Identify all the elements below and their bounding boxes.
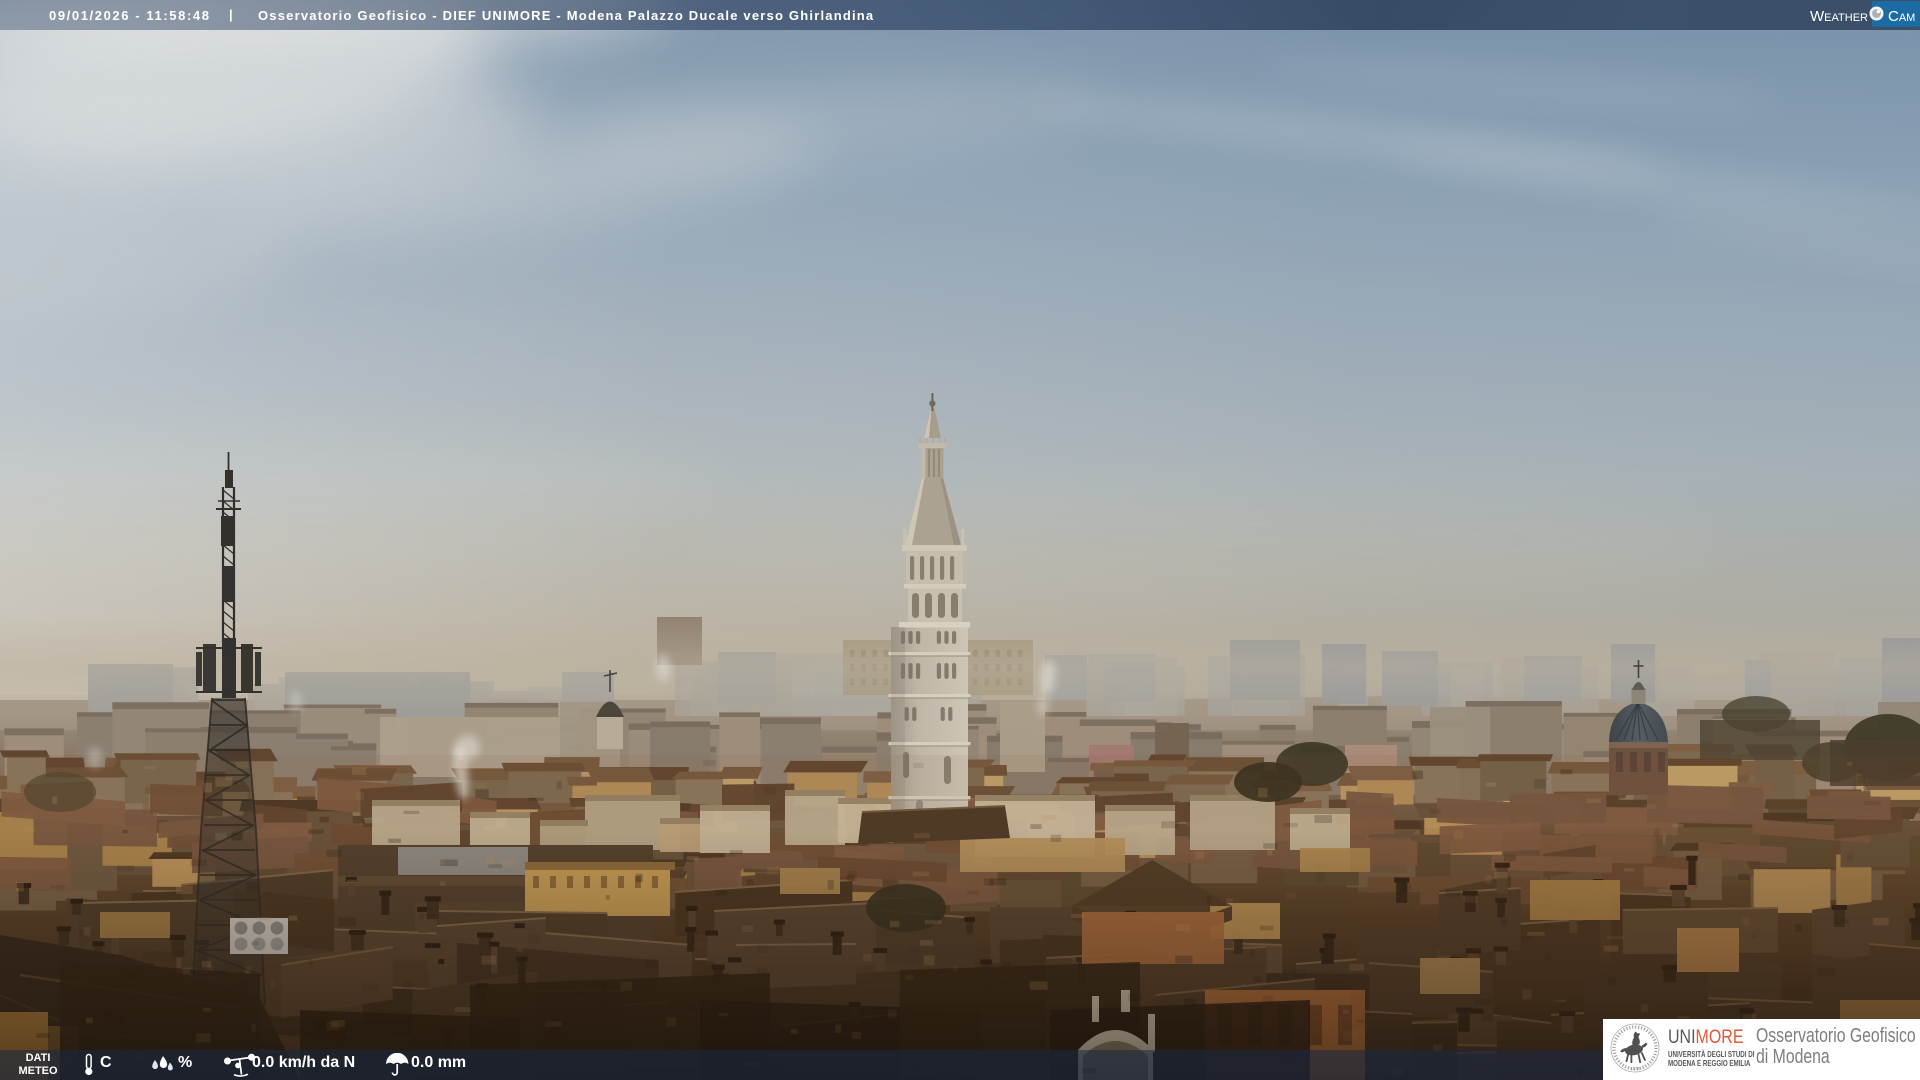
svg-text:1175: 1175 xyxy=(1630,1066,1640,1071)
